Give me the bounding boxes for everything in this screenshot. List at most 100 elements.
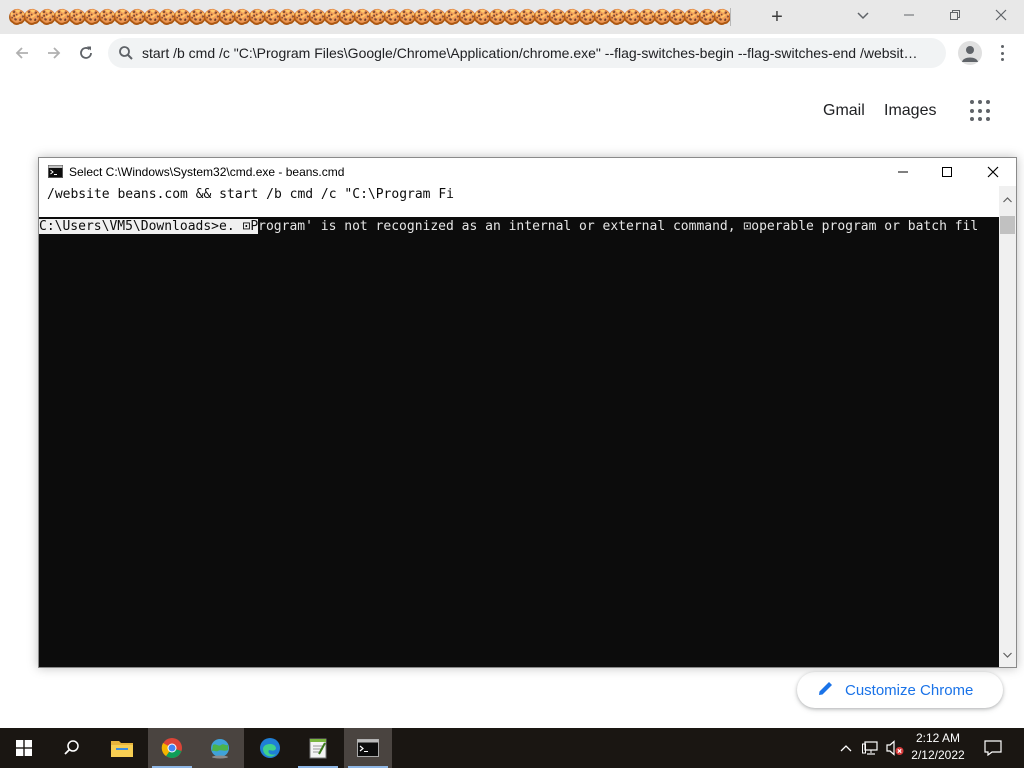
tab-favicon[interactable]: 🍪 bbox=[368, 8, 387, 26]
cmd-selected-line: /website beans.com && start /b cmd /c "C… bbox=[39, 186, 999, 217]
network-globe-icon[interactable] bbox=[196, 728, 244, 768]
tab-favicon[interactable]: 🍪 bbox=[128, 8, 147, 26]
search-icon bbox=[118, 45, 134, 66]
network-tray-icon[interactable] bbox=[860, 728, 882, 768]
tab-favicon[interactable]: 🍪 bbox=[623, 8, 642, 26]
tab-favicon[interactable]: 🍪 bbox=[608, 8, 627, 26]
clock-time: 2:12 AM bbox=[915, 731, 961, 745]
tab-favicon[interactable]: 🍪 bbox=[278, 8, 297, 26]
tab-favicon[interactable]: 🍪 bbox=[443, 8, 462, 26]
restore-icon[interactable] bbox=[932, 0, 978, 30]
kebab-menu-icon[interactable] bbox=[994, 42, 1010, 64]
tab-favicon[interactable]: 🍪 bbox=[518, 8, 537, 26]
tab-favicon[interactable]: 🍪 bbox=[398, 8, 417, 26]
tab-favicon[interactable]: 🍪 bbox=[353, 8, 372, 26]
tab-favicon[interactable]: 🍪 bbox=[158, 8, 177, 26]
cmd-console[interactable]: /website beans.com && start /b cmd /c "C… bbox=[39, 186, 999, 667]
pencil-icon bbox=[817, 679, 835, 702]
chevron-up-icon[interactable] bbox=[1003, 190, 1012, 208]
scrollbar-thumb[interactable] bbox=[1000, 216, 1015, 234]
minimize-icon[interactable] bbox=[886, 0, 932, 30]
window-close-icon[interactable] bbox=[978, 0, 1024, 30]
tab-favicon[interactable]: 🍪 bbox=[638, 8, 657, 26]
search-taskbar-icon[interactable] bbox=[48, 728, 96, 768]
cmd-output-line: /website beans.com && start /b cmd /c "C… bbox=[47, 187, 454, 202]
taskbar-clock[interactable]: 2:12 AM 2/12/2022 bbox=[904, 730, 972, 766]
tab-favicon[interactable]: 🍪 bbox=[23, 8, 42, 26]
tab-favicon[interactable]: 🍪 bbox=[173, 8, 192, 26]
images-link[interactable]: Images bbox=[884, 102, 936, 120]
cmd-scrollbar[interactable] bbox=[999, 186, 1016, 667]
cmd-title-bar[interactable]: Select C:\Windows\System32\cmd.exe - bea… bbox=[39, 158, 1016, 186]
notepad-icon[interactable] bbox=[294, 728, 342, 768]
tab-favicon[interactable]: 🍪 bbox=[308, 8, 327, 26]
tab-list[interactable]: 🍪 🍪 🍪 🍪 🍪 🍪 🍪 🍪 🍪 🍪 🍪 🍪 🍪 🍪 🍪 🍪 🍪 🍪 🍪 🍪 🍪 🍪 🍪 🍪 🍪 🍪 🍪 🍪 🍪 🍪 🍪 🍪 🍪 🍪 🍪 🍪 🍪 🍪 🍪 🍪… bbox=[8, 6, 730, 28]
tab-favicon[interactable]: 🍪 bbox=[263, 8, 282, 26]
tab-favicon[interactable]: 🍪 bbox=[683, 8, 702, 26]
tab-favicon[interactable]: 🍪 bbox=[473, 8, 492, 26]
chevron-down-icon[interactable] bbox=[854, 6, 872, 24]
tab-favicon[interactable]: 🍪 bbox=[338, 8, 357, 26]
new-tab-button[interactable]: + bbox=[766, 6, 788, 28]
windows-start-icon[interactable] bbox=[0, 728, 48, 768]
tab-favicon[interactable]: 🍪 bbox=[458, 8, 477, 26]
back-arrow-icon[interactable] bbox=[8, 39, 36, 67]
chevron-down-icon[interactable] bbox=[1003, 645, 1012, 663]
address-bar-text[interactable]: start /b cmd /c "C:\Program Files\Google… bbox=[142, 45, 938, 63]
browser-toolbar: start /b cmd /c "C:\Program Files\Google… bbox=[0, 34, 1024, 72]
forward-arrow-icon[interactable] bbox=[40, 39, 68, 67]
tab-favicon[interactable]: 🍪 bbox=[98, 8, 117, 26]
tab-favicon[interactable]: 🍪 bbox=[413, 8, 432, 26]
tab-favicon[interactable]: 🍪 bbox=[68, 8, 87, 26]
tab-favicon[interactable]: 🍪 bbox=[713, 8, 730, 26]
chrome-icon[interactable] bbox=[148, 728, 196, 768]
tab-favicon[interactable]: 🍪 bbox=[533, 8, 552, 26]
window-close-icon[interactable] bbox=[970, 158, 1016, 186]
tab-favicon[interactable]: 🍪 bbox=[323, 8, 342, 26]
tab-favicon[interactable]: 🍪 bbox=[218, 8, 237, 26]
tab-favicon[interactable]: 🍪 bbox=[503, 8, 522, 26]
chevron-up-icon[interactable] bbox=[836, 728, 856, 768]
customize-chrome-button[interactable]: Customize Chrome bbox=[797, 672, 1003, 708]
tab-favicon[interactable]: 🍪 bbox=[188, 8, 207, 26]
profile-icon[interactable] bbox=[958, 41, 982, 65]
tab-strip: 🍪 🍪 🍪 🍪 🍪 🍪 🍪 🍪 🍪 🍪 🍪 🍪 🍪 🍪 🍪 🍪 🍪 🍪 🍪 🍪 🍪 🍪 🍪 🍪 🍪 🍪 🍪 🍪 🍪 🍪 🍪 🍪 🍪 🍪 🍪 🍪 🍪 🍪 🍪 🍪… bbox=[0, 0, 1024, 34]
tab-favicon[interactable]: 🍪 bbox=[203, 8, 222, 26]
tab-favicon[interactable]: 🍪 bbox=[143, 8, 162, 26]
minimize-icon[interactable] bbox=[880, 158, 926, 186]
reload-icon[interactable] bbox=[72, 39, 100, 67]
tab-favicon[interactable]: 🍪 bbox=[593, 8, 612, 26]
tab-favicon[interactable]: 🍪 bbox=[488, 8, 507, 26]
tab-favicon[interactable]: 🍪 bbox=[53, 8, 72, 26]
tab-favicon[interactable]: 🍪 bbox=[233, 8, 252, 26]
tab-favicon[interactable]: 🍪 bbox=[668, 8, 687, 26]
tab-favicon[interactable]: 🍪 bbox=[428, 8, 447, 26]
apps-grid-icon[interactable] bbox=[970, 100, 992, 122]
tab-favicon[interactable]: 🍪 bbox=[698, 8, 717, 26]
address-bar[interactable]: start /b cmd /c "C:\Program Files\Google… bbox=[108, 38, 946, 68]
tab-favicon[interactable]: 🍪 bbox=[38, 8, 57, 26]
tab-favicon[interactable]: 🍪 bbox=[293, 8, 312, 26]
cmd-icon[interactable] bbox=[344, 728, 392, 768]
tab-favicon[interactable]: 🍪 bbox=[383, 8, 402, 26]
tab-separator bbox=[730, 8, 731, 26]
cmd-window[interactable]: Select C:\Windows\System32\cmd.exe - bea… bbox=[38, 157, 1017, 668]
tab-favicon[interactable]: 🍪 bbox=[563, 8, 582, 26]
cmd-error-text: rogram' is not recognized as an internal… bbox=[258, 219, 979, 234]
tab-favicon[interactable]: 🍪 bbox=[8, 8, 27, 26]
gmail-link[interactable]: Gmail bbox=[823, 102, 865, 120]
tab-favicon[interactable]: 🍪 bbox=[548, 8, 567, 26]
notification-icon[interactable] bbox=[978, 728, 1008, 768]
tab-favicon[interactable]: 🍪 bbox=[83, 8, 102, 26]
maximize-icon[interactable] bbox=[924, 158, 970, 186]
tab-favicon[interactable]: 🍪 bbox=[578, 8, 597, 26]
volume-muted-icon[interactable] bbox=[884, 728, 906, 768]
cmd-prompt-line: C:\Users\VM5\Downloads>e. ⊡Program' is n… bbox=[39, 219, 978, 236]
tab-favicon[interactable]: 🍪 bbox=[248, 8, 267, 26]
tab-favicon[interactable]: 🍪 bbox=[113, 8, 132, 26]
customize-chrome-label: Customize Chrome bbox=[845, 681, 974, 699]
clock-date: 2/12/2022 bbox=[911, 748, 965, 762]
file-explorer-icon[interactable] bbox=[98, 728, 146, 768]
edge-icon[interactable] bbox=[246, 728, 294, 768]
tab-favicon[interactable]: 🍪 bbox=[653, 8, 672, 26]
